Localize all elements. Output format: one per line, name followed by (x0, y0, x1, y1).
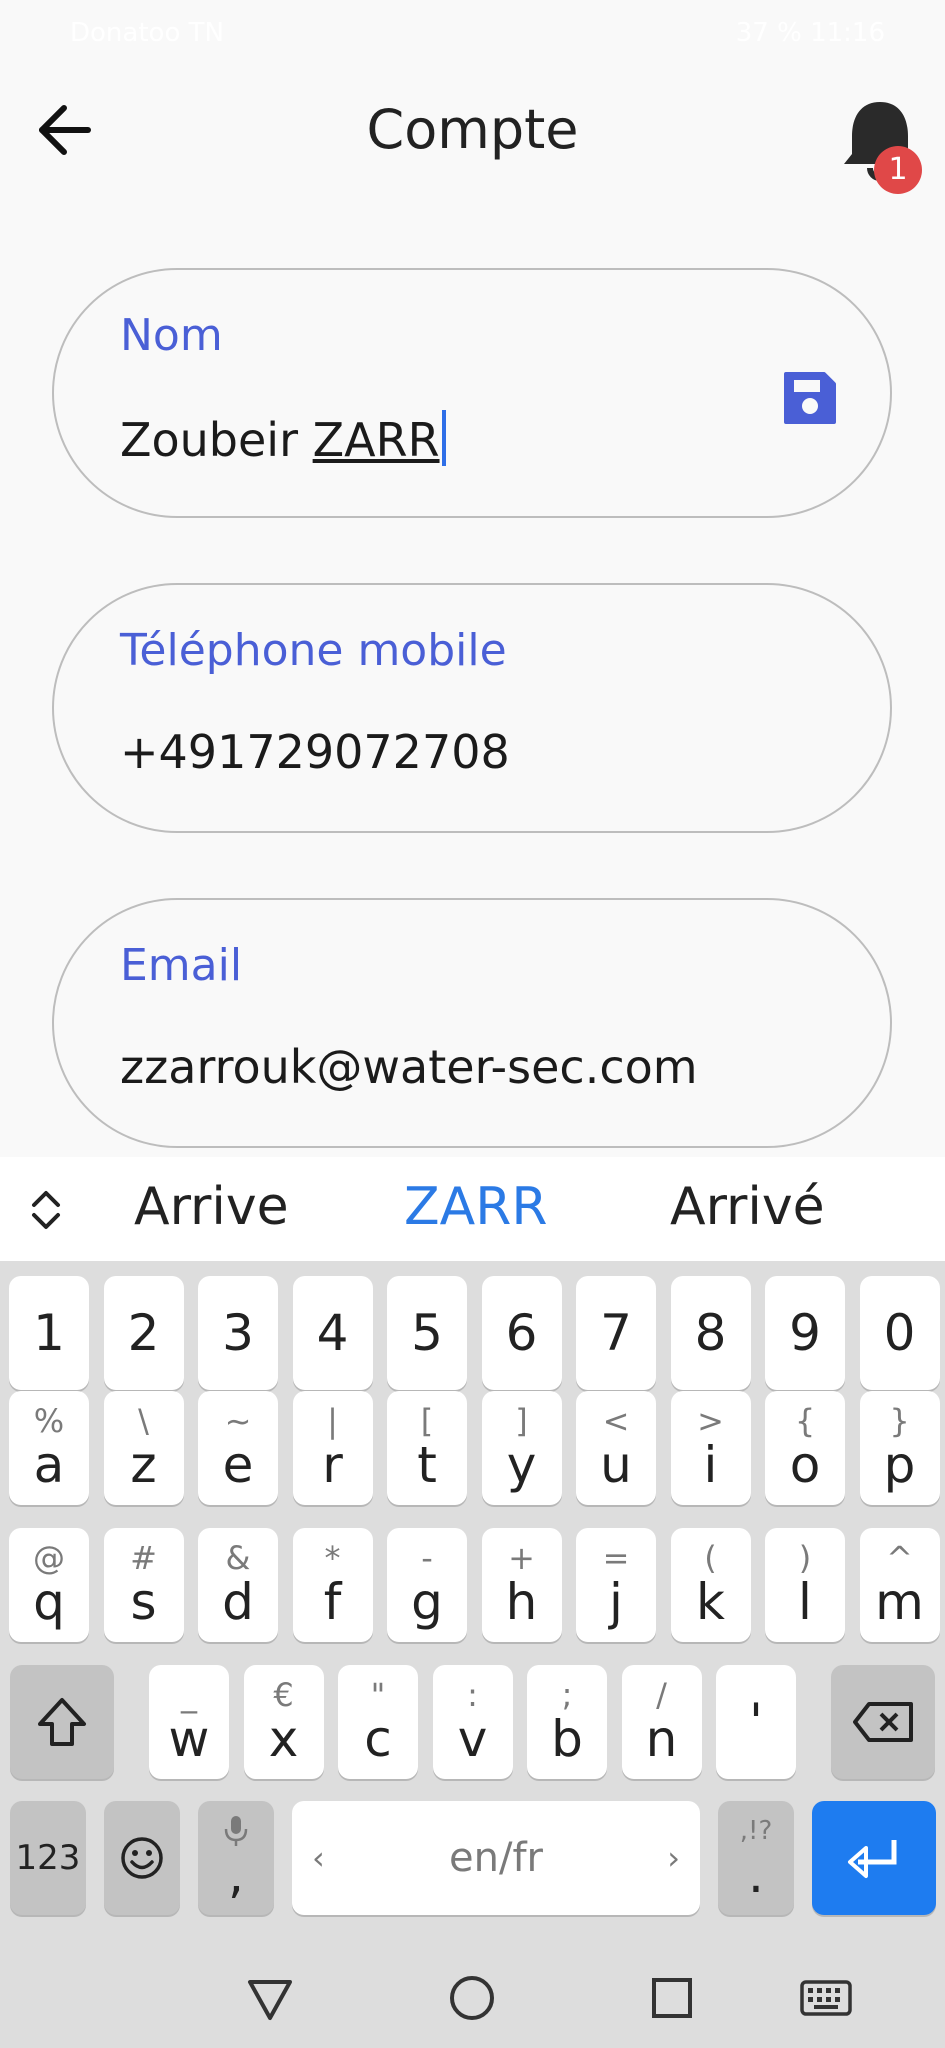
key-x[interactable]: € x (243, 1665, 324, 1779)
enter-icon (848, 1840, 897, 1878)
name-field-value[interactable]: Zoubeir ZARR (120, 410, 446, 467)
notification-badge: 1 (874, 146, 922, 194)
name-value-text: Zoubeir (120, 413, 313, 467)
numbers-key[interactable]: 123 (10, 1801, 86, 1915)
key-p[interactable]: } p (859, 1391, 940, 1505)
key-5[interactable]: 5 (387, 1276, 467, 1390)
system-nav-bar (0, 1936, 945, 2048)
key-f[interactable]: * f (292, 1528, 373, 1642)
key-w[interactable]: _ w (149, 1665, 229, 1779)
key-h[interactable]: + h (481, 1528, 562, 1642)
key-apostrophe[interactable]: ' (716, 1665, 796, 1779)
chevron-right-icon: › (667, 1839, 680, 1877)
key-3[interactable]: 3 (198, 1276, 278, 1390)
key-j[interactable]: = j (576, 1528, 656, 1642)
shift-key[interactable] (10, 1665, 114, 1779)
key-k[interactable]: (k (670, 1528, 751, 1642)
nav-recents-icon[interactable] (642, 1968, 702, 2028)
name-value-composing: ZARR (312, 413, 440, 467)
key-1[interactable]: 1 (9, 1276, 89, 1390)
key-m[interactable]: ^ m (859, 1528, 940, 1642)
comma-key[interactable]: , (198, 1801, 274, 1915)
key-b[interactable]: ; b (527, 1665, 607, 1779)
expand-suggestions-icon[interactable] (26, 1187, 66, 1233)
key-t[interactable]: [t (387, 1391, 467, 1505)
backspace-icon (853, 1702, 913, 1742)
suggestion-bar: Arrive ZARR Arrivé (0, 1157, 945, 1261)
key-z[interactable]: \ z (103, 1391, 184, 1505)
key-g[interactable]: -g (387, 1528, 467, 1642)
name-field-label: Nom (120, 310, 223, 361)
battery-clock-text: 37 % 11:16 (735, 18, 885, 48)
key-o[interactable]: {o (765, 1391, 845, 1505)
chevron-left-icon: ‹ (312, 1839, 325, 1877)
key-s[interactable]: # s (103, 1528, 184, 1642)
key-i[interactable]: > i (670, 1391, 751, 1505)
page-title: Compte (366, 98, 579, 161)
text-caret (441, 410, 446, 466)
key-l[interactable]: ) l (765, 1528, 845, 1642)
phone-field[interactable]: Téléphone mobile +491729072708 (52, 583, 892, 833)
status-bar: Donatoo TN 37 % 11:16 (0, 0, 945, 64)
email-field-value[interactable]: zzarrouk@water-sec.com (120, 1040, 698, 1094)
space-key[interactable]: ‹ en/fr › (292, 1801, 700, 1915)
key-d[interactable]: & d (198, 1528, 278, 1642)
email-field-label: Email (120, 940, 243, 991)
keyboard: 123 , ‹ en/fr › ,!? . 1 2 3 4 5 6 7 8 9 0% a \ z ~ e | r… (0, 1261, 945, 1936)
carrier-text: Donatoo TN (70, 18, 224, 48)
key-r[interactable]: | r (292, 1391, 373, 1505)
shift-icon (38, 1698, 86, 1746)
save-icon[interactable] (780, 368, 840, 428)
key-6[interactable]: 6 (481, 1276, 562, 1390)
suggestion-3[interactable]: Arrivé (670, 1177, 825, 1237)
suggestion-2[interactable]: ZARR (404, 1177, 547, 1237)
key-v[interactable]: :v (432, 1665, 513, 1779)
nav-back-icon[interactable] (240, 1968, 300, 2028)
key-8[interactable]: 8 (670, 1276, 751, 1390)
suggestion-1[interactable]: Arrive (134, 1177, 289, 1237)
phone-field-value[interactable]: +491729072708 (120, 725, 510, 779)
key-u[interactable]: < u (576, 1391, 656, 1505)
enter-key[interactable] (812, 1801, 936, 1915)
key-0[interactable]: 0 (859, 1276, 940, 1390)
email-field[interactable]: Email zzarrouk@water-sec.com (52, 898, 892, 1148)
app-bar: Compte 1 (0, 64, 945, 194)
key-c[interactable]: " c (338, 1665, 418, 1779)
key-y[interactable]: ] y (481, 1391, 562, 1505)
key-e[interactable]: ~ e (198, 1391, 278, 1505)
key-9[interactable]: 9 (765, 1276, 845, 1390)
microphone-icon (224, 1816, 248, 1846)
key-q[interactable]: @ q (9, 1528, 89, 1642)
key-a[interactable]: % a (9, 1391, 89, 1505)
key-2[interactable]: 2 (103, 1276, 184, 1390)
name-field[interactable]: Nom Zoubeir ZARR (52, 268, 892, 518)
phone-field-label: Téléphone mobile (120, 625, 507, 676)
smiley-icon (121, 1837, 163, 1879)
keyboard-switch-icon[interactable] (796, 1968, 856, 2028)
key-n[interactable]: / n (621, 1665, 702, 1779)
backspace-key[interactable] (831, 1665, 935, 1779)
key-7[interactable]: 7 (576, 1276, 656, 1390)
emoji-key[interactable] (104, 1801, 180, 1915)
period-key[interactable]: ,!? . (718, 1801, 794, 1915)
key-4[interactable]: 4 (292, 1276, 373, 1390)
nav-home-icon[interactable] (442, 1968, 502, 2028)
